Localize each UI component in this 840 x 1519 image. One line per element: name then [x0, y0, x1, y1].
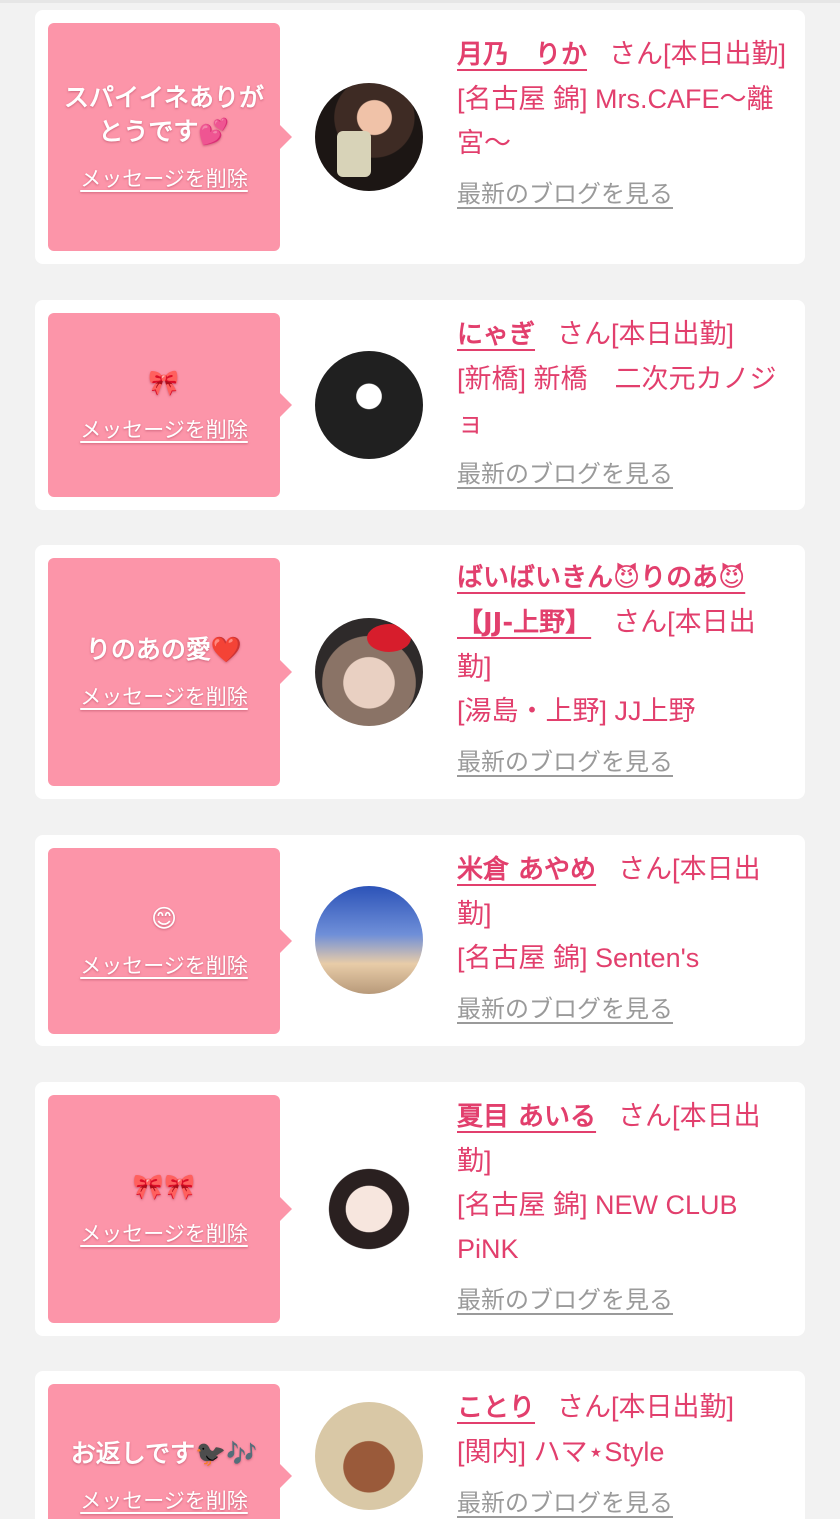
- message-bubble: 🎀🎀 メッセージを削除: [48, 1095, 292, 1323]
- latest-blog-link[interactable]: 最新のブログを見る: [457, 453, 789, 497]
- delete-message-button[interactable]: メッセージを削除: [80, 163, 248, 193]
- message-feed: スパイイネありがとうです💕 メッセージを削除 月乃 りか さん[本日出勤] [名古…: [0, 0, 840, 1519]
- status-text: さん[本日出勤]: [557, 1392, 735, 1422]
- shop-text: [名古屋 錦] Senten's: [457, 943, 700, 973]
- shop-text: [名古屋 錦] Mrs.CAFE〜離宮〜: [457, 84, 774, 158]
- avatar[interactable]: [315, 618, 423, 726]
- card-info: 月乃 りか さん[本日出勤] [名古屋 錦] Mrs.CAFE〜離宮〜 最新のブロ…: [457, 32, 789, 217]
- message-text: 😊: [150, 904, 178, 933]
- latest-blog-link[interactable]: 最新のブログを見る: [457, 988, 789, 1032]
- user-name-link[interactable]: 月乃 りか: [457, 40, 587, 70]
- shop-text: [名古屋 錦] NEW CLUB PiNK: [457, 1190, 738, 1264]
- user-name-link[interactable]: 夏目 あいる: [457, 1102, 596, 1132]
- card-info: ことり さん[本日出勤] [関内] ハマ⋆Style 最新のブログを見る: [457, 1385, 789, 1519]
- avatar[interactable]: [315, 886, 423, 994]
- message-bubble: りのあの愛❤️ メッセージを削除: [48, 558, 292, 786]
- delete-message-button[interactable]: メッセージを削除: [80, 950, 248, 980]
- message-text: 🎀: [148, 368, 180, 397]
- message-card: 🎀🎀 メッセージを削除 夏目 あいる さん[本日出勤] [名古屋 錦] NEW C…: [35, 1082, 805, 1336]
- message-card: 🎀 メッセージを削除 にゃぎ さん[本日出勤] [新橋] 新橋 二次元カノジョ 最…: [35, 300, 805, 510]
- message-bubble: 😊 メッセージを削除: [48, 848, 292, 1034]
- user-name-link[interactable]: にゃぎ: [457, 320, 535, 350]
- avatar[interactable]: [315, 1155, 423, 1263]
- avatar[interactable]: [315, 351, 423, 459]
- status-text: さん[本日出勤]: [557, 319, 735, 349]
- message-text: お返しです🐦‍⬛🎶: [70, 1439, 258, 1468]
- delete-message-button[interactable]: メッセージを削除: [80, 681, 248, 711]
- delete-message-button[interactable]: メッセージを削除: [80, 414, 248, 444]
- message-card: お返しです🐦‍⬛🎶 メッセージを削除 ことり さん[本日出勤] [関内] ハマ⋆S…: [35, 1371, 805, 1519]
- message-bubble: スパイイネありがとうです💕 メッセージを削除: [48, 23, 292, 251]
- card-info: にゃぎ さん[本日出勤] [新橋] 新橋 二次元カノジョ 最新のブログを見る: [457, 312, 789, 497]
- avatar[interactable]: [315, 1402, 423, 1510]
- latest-blog-link[interactable]: 最新のブログを見る: [457, 741, 789, 785]
- message-text: 🎀🎀: [132, 1172, 196, 1201]
- message-card: りのあの愛❤️ メッセージを削除 ばいばいきん😈りのあ😈【JJ-上野】 さん[本日…: [35, 545, 805, 799]
- card-info: ばいばいきん😈りのあ😈【JJ-上野】 さん[本日出勤] [湯島・上野] JJ上野 …: [457, 555, 789, 785]
- message-card: 😊 メッセージを削除 米倉 あやめ さん[本日出勤] [名古屋 錦] Senten…: [35, 835, 805, 1046]
- user-name-link[interactable]: 米倉 あやめ: [457, 855, 596, 885]
- user-name-link[interactable]: ことり: [457, 1393, 535, 1423]
- latest-blog-link[interactable]: 最新のブログを見る: [457, 1482, 789, 1519]
- message-text: りのあの愛❤️: [85, 635, 243, 664]
- message-card: スパイイネありがとうです💕 メッセージを削除 月乃 りか さん[本日出勤] [名古…: [35, 10, 805, 264]
- avatar[interactable]: [315, 83, 423, 191]
- card-info: 米倉 あやめ さん[本日出勤] [名古屋 錦] Senten's 最新のブログを見…: [457, 847, 789, 1032]
- message-text: スパイイネありがとうです💕: [63, 83, 264, 146]
- shop-text: [新橋] 新橋 二次元カノジョ: [457, 364, 777, 438]
- delete-message-button[interactable]: メッセージを削除: [80, 1218, 248, 1248]
- avatar-bow: [367, 624, 411, 652]
- message-bubble: お返しです🐦‍⬛🎶 メッセージを削除: [48, 1384, 292, 1519]
- shop-text: [湯島・上野] JJ上野: [457, 696, 696, 726]
- latest-blog-link[interactable]: 最新のブログを見る: [457, 1279, 789, 1323]
- avatar-cup: [337, 131, 371, 177]
- delete-message-button[interactable]: メッセージを削除: [80, 1485, 248, 1515]
- message-bubble: 🎀 メッセージを削除: [48, 313, 292, 497]
- top-divider: [0, 0, 840, 3]
- status-text: さん[本日出勤]: [609, 39, 787, 69]
- shop-text: [関内] ハマ⋆Style: [457, 1437, 665, 1467]
- card-info: 夏目 あいる さん[本日出勤] [名古屋 錦] NEW CLUB PiNK 最新の…: [457, 1094, 789, 1323]
- latest-blog-link[interactable]: 最新のブログを見る: [457, 173, 789, 217]
